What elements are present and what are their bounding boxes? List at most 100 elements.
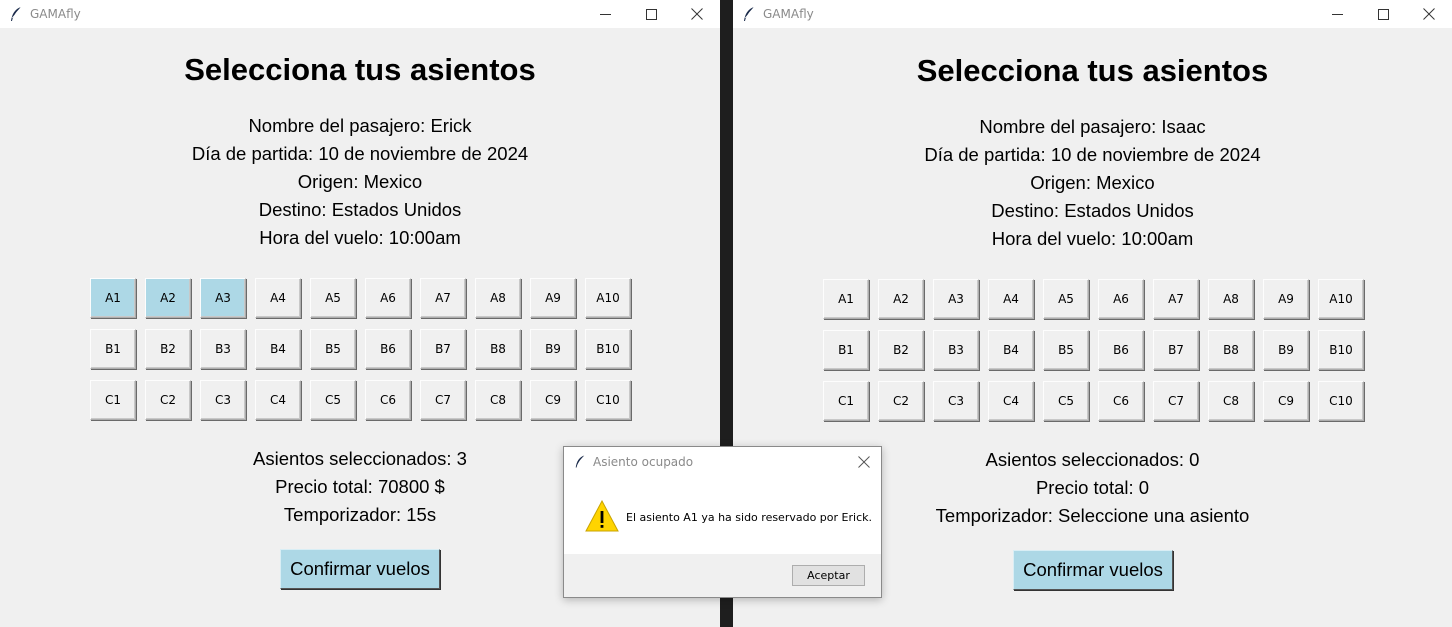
seat-button-c8[interactable]: C8 xyxy=(475,380,521,420)
seat-button-b8[interactable]: B8 xyxy=(475,329,521,369)
seat-button-a9[interactable]: A9 xyxy=(1263,279,1309,319)
departure-date: Día de partida: 10 de noviembre de 2024 xyxy=(191,143,529,164)
seat-button-a7[interactable]: A7 xyxy=(420,278,466,318)
seat-button-b5[interactable]: B5 xyxy=(1043,330,1089,370)
seat-button-a10[interactable]: A10 xyxy=(585,278,631,318)
close-icon xyxy=(858,456,870,468)
seat-button-a4[interactable]: A4 xyxy=(988,279,1034,319)
dialog-title: Asiento ocupado xyxy=(593,455,694,469)
close-icon xyxy=(1423,8,1435,20)
seat-button-c1[interactable]: C1 xyxy=(90,380,136,420)
origin: Origen: Mexico xyxy=(1030,172,1155,193)
feather-icon xyxy=(575,455,585,468)
confirm-flights-button[interactable]: Confirmar vuelos xyxy=(280,549,440,589)
seat-button-b10[interactable]: B10 xyxy=(1318,330,1364,370)
minimize-button[interactable] xyxy=(1314,0,1360,28)
seat-button-c2[interactable]: C2 xyxy=(878,381,924,421)
minimize-icon xyxy=(599,13,611,15)
seat-button-b6[interactable]: B6 xyxy=(1098,330,1144,370)
departure-date: Día de partida: 10 de noviembre de 2024 xyxy=(924,144,1261,165)
seat-button-c7[interactable]: C7 xyxy=(1153,381,1199,421)
seat-button-b4[interactable]: B4 xyxy=(255,329,301,369)
seat-button-c6[interactable]: C6 xyxy=(1098,381,1144,421)
feather-icon xyxy=(744,6,755,21)
minimize-icon xyxy=(1331,13,1343,15)
seat-button-b2[interactable]: B2 xyxy=(878,330,924,370)
dialog-close-button[interactable] xyxy=(853,451,875,473)
seat-button-b3[interactable]: B3 xyxy=(200,329,246,369)
seat-button-a1[interactable]: A1 xyxy=(90,278,136,318)
seat-button-c6[interactable]: C6 xyxy=(365,380,411,420)
seat-button-c5[interactable]: C5 xyxy=(310,380,356,420)
seat-button-b2[interactable]: B2 xyxy=(145,329,191,369)
seat-button-b8[interactable]: B8 xyxy=(1208,330,1254,370)
dialog-message: El asiento A1 ya ha sido reservado por E… xyxy=(626,511,872,524)
seat-button-b7[interactable]: B7 xyxy=(420,329,466,369)
seat-button-c10[interactable]: C10 xyxy=(1318,381,1364,421)
seat-button-a3[interactable]: A3 xyxy=(200,278,246,318)
title-bar[interactable]: GAMAfly xyxy=(0,0,720,28)
maximize-icon xyxy=(1377,8,1389,20)
seat-button-c4[interactable]: C4 xyxy=(988,381,1034,421)
seat-button-b1[interactable]: B1 xyxy=(90,329,136,369)
seat-occupied-dialog: Asiento ocupado El asiento A1 ya ha sido… xyxy=(563,446,882,598)
seat-button-c8[interactable]: C8 xyxy=(1208,381,1254,421)
destination: Destino: Estados Unidos xyxy=(258,199,462,220)
seat-button-a5[interactable]: A5 xyxy=(310,278,356,318)
page-title: Selecciona tus asientos xyxy=(184,52,536,87)
seat-button-c9[interactable]: C9 xyxy=(530,380,576,420)
feather-icon xyxy=(11,6,22,21)
seat-button-c5[interactable]: C5 xyxy=(1043,381,1089,421)
seat-button-c9[interactable]: C9 xyxy=(1263,381,1309,421)
seat-button-a5[interactable]: A5 xyxy=(1043,279,1089,319)
seat-button-b3[interactable]: B3 xyxy=(933,330,979,370)
seat-button-a4[interactable]: A4 xyxy=(255,278,301,318)
seat-button-c2[interactable]: C2 xyxy=(145,380,191,420)
seat-button-a8[interactable]: A8 xyxy=(475,278,521,318)
minimize-button[interactable] xyxy=(582,0,628,28)
window-title: GAMAfly xyxy=(30,7,81,21)
seat-button-c1[interactable]: C1 xyxy=(823,381,869,421)
page-title: Selecciona tus asientos xyxy=(916,53,1269,88)
seat-button-a8[interactable]: A8 xyxy=(1208,279,1254,319)
ok-button[interactable]: Aceptar xyxy=(792,565,865,586)
title-bar[interactable]: GAMAfly xyxy=(733,0,1452,28)
seat-button-a10[interactable]: A10 xyxy=(1318,279,1364,319)
maximize-icon xyxy=(645,8,657,20)
window-title: GAMAfly xyxy=(763,7,814,21)
seat-button-b7[interactable]: B7 xyxy=(1153,330,1199,370)
close-icon xyxy=(691,8,703,20)
seat-button-c3[interactable]: C3 xyxy=(933,381,979,421)
seat-button-b9[interactable]: B9 xyxy=(530,329,576,369)
seat-button-a2[interactable]: A2 xyxy=(145,278,191,318)
seat-button-c4[interactable]: C4 xyxy=(255,380,301,420)
dialog-footer: Aceptar xyxy=(564,554,881,597)
seat-button-b10[interactable]: B10 xyxy=(585,329,631,369)
seat-button-a2[interactable]: A2 xyxy=(878,279,924,319)
seat-button-b5[interactable]: B5 xyxy=(310,329,356,369)
seat-button-a7[interactable]: A7 xyxy=(1153,279,1199,319)
origin: Origen: Mexico xyxy=(297,171,423,192)
seat-button-b4[interactable]: B4 xyxy=(988,330,1034,370)
flight-time: Hora del vuelo: 10:00am xyxy=(991,228,1194,249)
seat-button-c10[interactable]: C10 xyxy=(585,380,631,420)
destination: Destino: Estados Unidos xyxy=(991,200,1194,221)
seat-button-a6[interactable]: A6 xyxy=(1098,279,1144,319)
maximize-button[interactable] xyxy=(1360,0,1406,28)
passenger-name: Nombre del pasajero: Isaac xyxy=(979,116,1206,137)
seat-button-b1[interactable]: B1 xyxy=(823,330,869,370)
close-button[interactable] xyxy=(1406,0,1452,28)
seat-button-a6[interactable]: A6 xyxy=(365,278,411,318)
seat-button-c3[interactable]: C3 xyxy=(200,380,246,420)
close-button[interactable] xyxy=(674,0,720,28)
seat-button-a9[interactable]: A9 xyxy=(530,278,576,318)
warning-icon xyxy=(585,500,619,532)
seat-button-a1[interactable]: A1 xyxy=(823,279,869,319)
seat-button-b6[interactable]: B6 xyxy=(365,329,411,369)
passenger-name: Nombre del pasajero: Erick xyxy=(248,115,472,136)
seat-button-a3[interactable]: A3 xyxy=(933,279,979,319)
confirm-flights-button[interactable]: Confirmar vuelos xyxy=(1013,550,1173,590)
maximize-button[interactable] xyxy=(628,0,674,28)
seat-button-b9[interactable]: B9 xyxy=(1263,330,1309,370)
seat-button-c7[interactable]: C7 xyxy=(420,380,466,420)
